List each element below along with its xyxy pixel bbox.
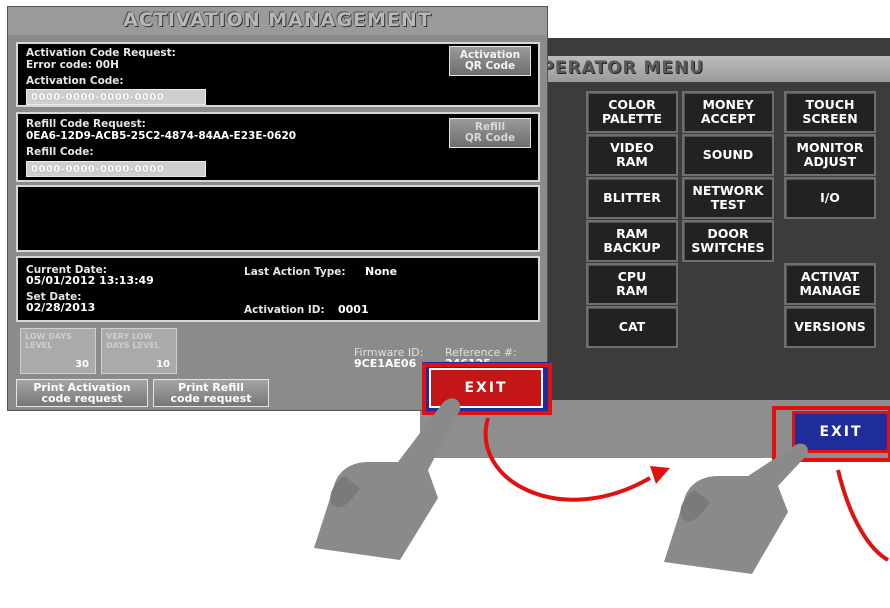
pointing-hand-icon xyxy=(314,398,461,560)
instruction-overlay xyxy=(314,363,890,574)
curved-arrow-1 xyxy=(483,417,670,502)
curved-arrow-2 xyxy=(836,469,890,562)
pointing-hand-icon xyxy=(664,443,808,574)
